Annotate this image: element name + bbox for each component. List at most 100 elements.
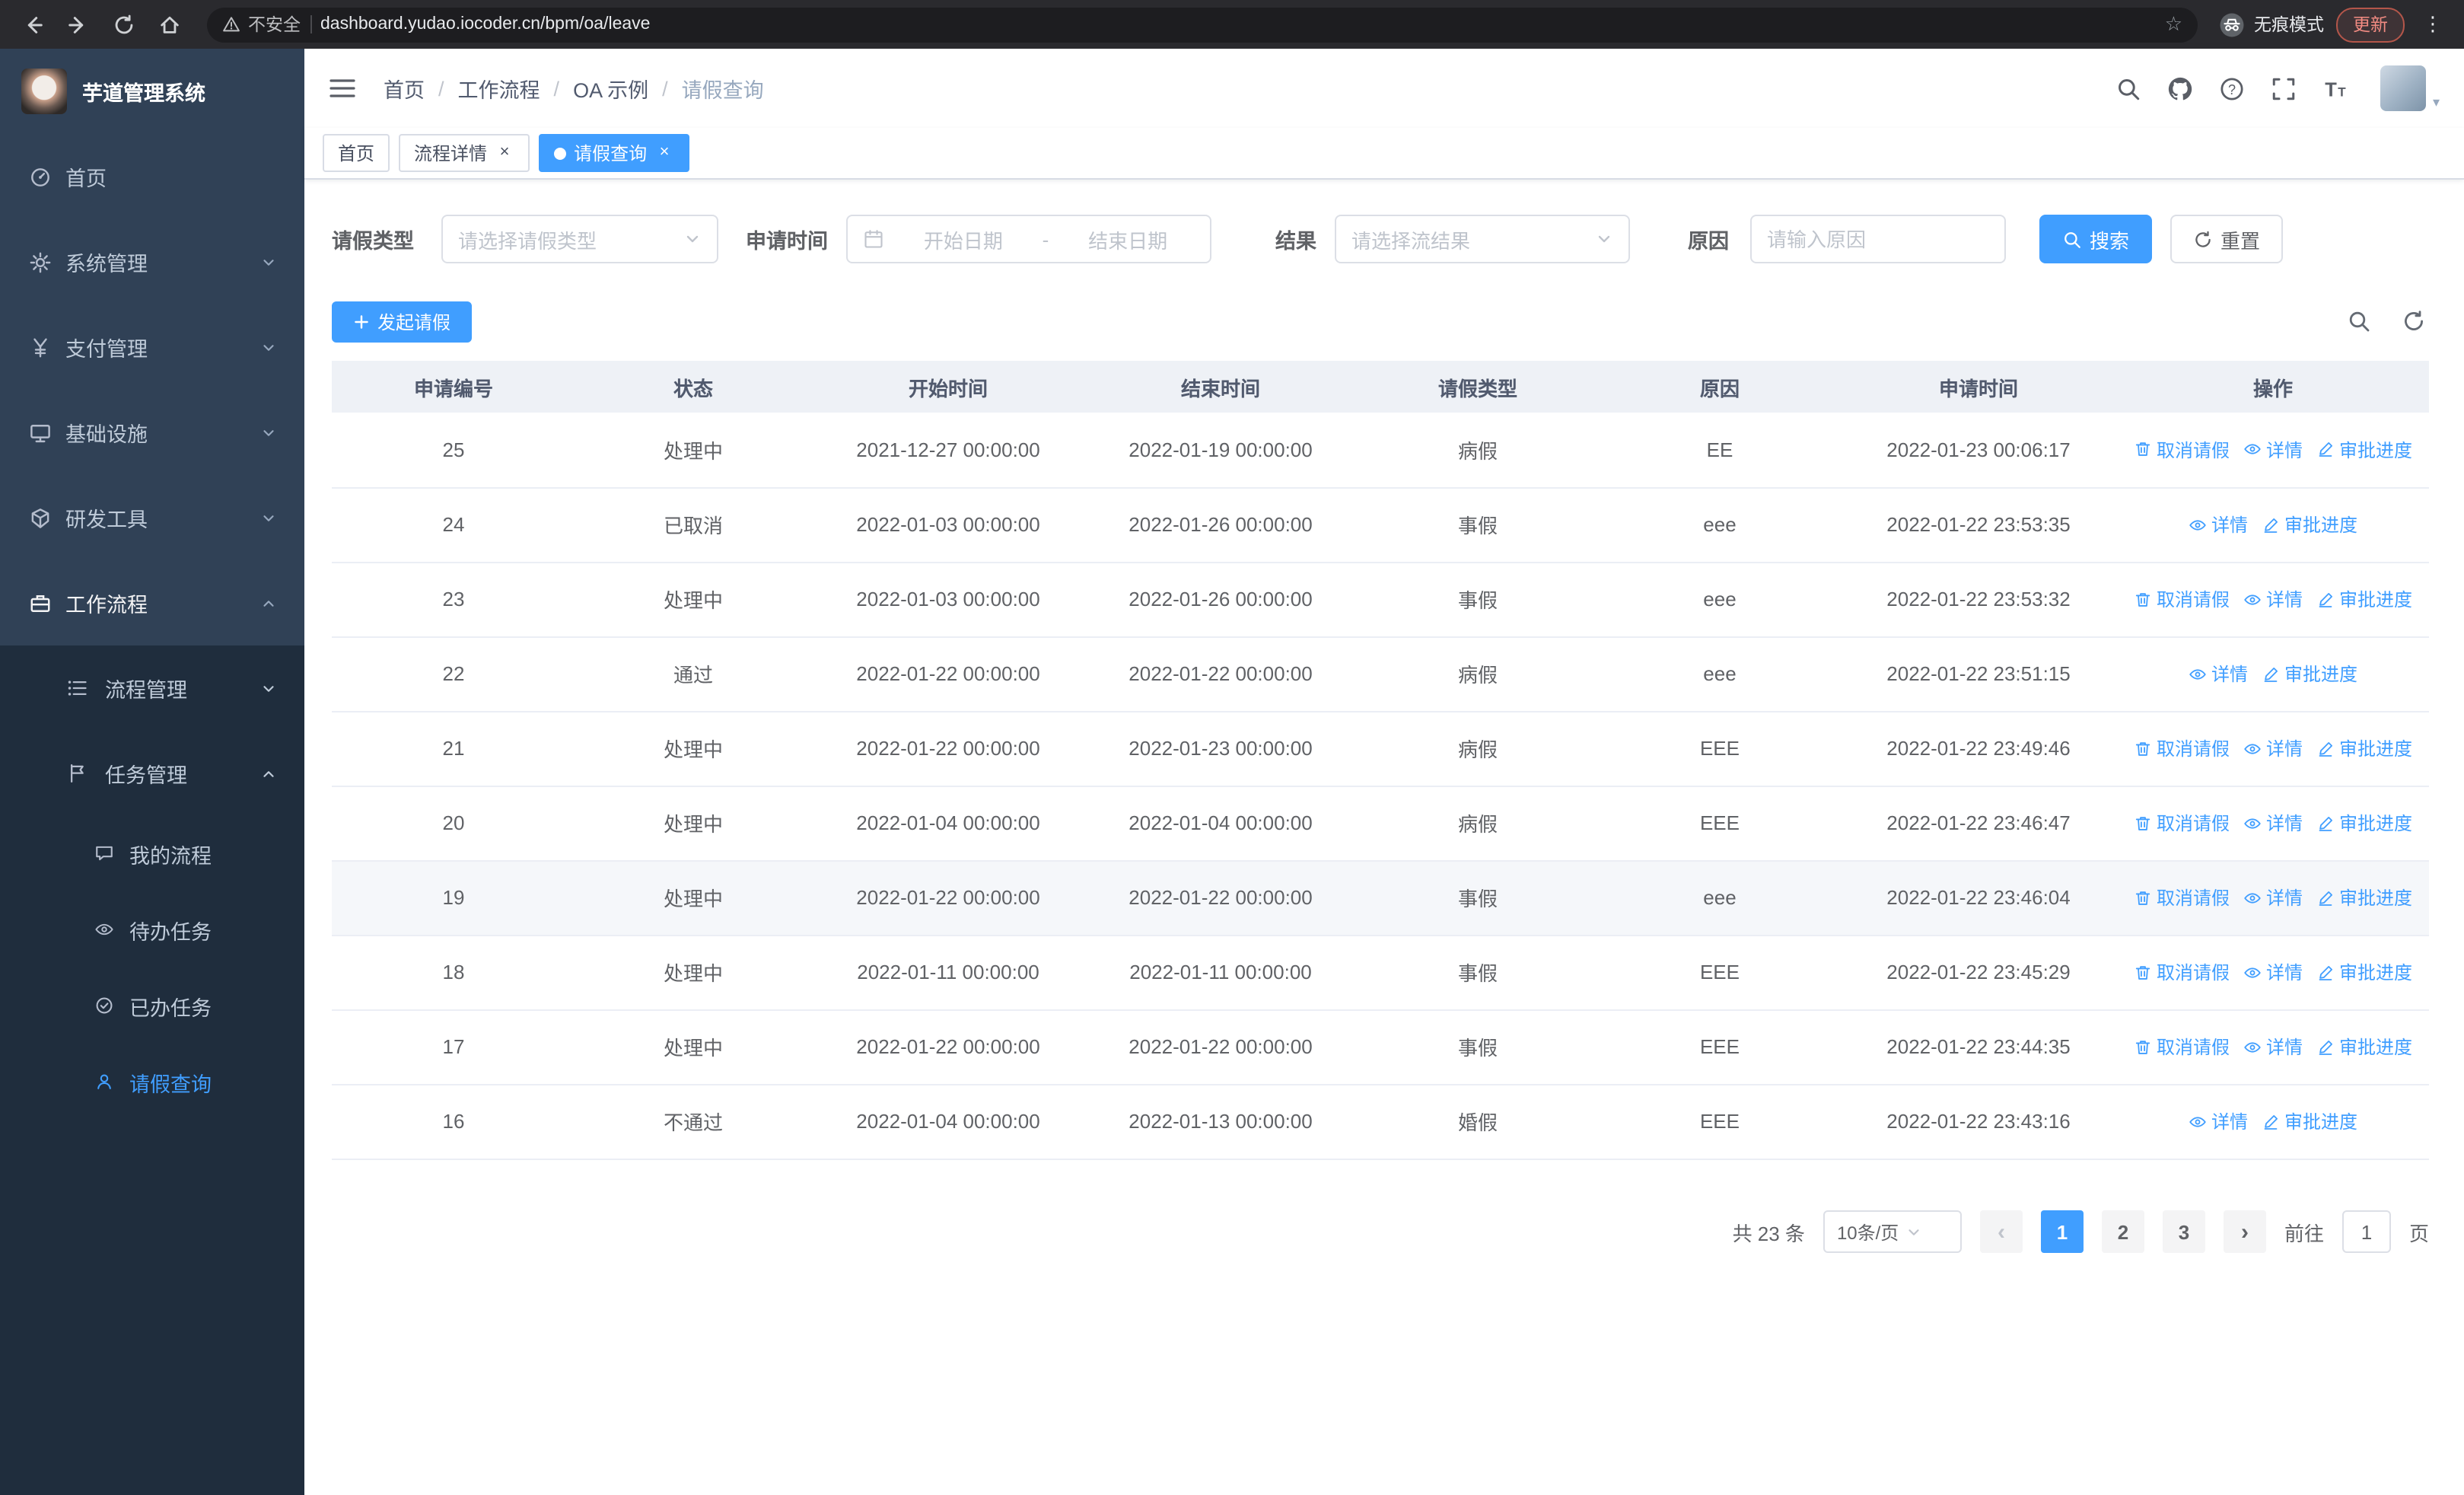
sidebar-collapse-icon[interactable] [329,76,356,100]
browser-back-button[interactable] [15,8,49,41]
pagination-total: 共 23 条 [1732,1222,1805,1245]
cancel-action-link[interactable]: 取消请假 [2134,959,2230,985]
sidebar-item-devtools[interactable]: 研发工具 [0,475,304,560]
leave-type-select[interactable]: 请选择请假类型 [441,215,718,263]
cancel-action-link[interactable]: 取消请假 [2134,437,2230,463]
sidebar-item-infrastructure[interactable]: 基础设施 [0,390,304,475]
apply-time-cell: 2022-01-22 23:46:04 [1840,860,2117,936]
page-size-select[interactable]: 10条/页 [1823,1210,1962,1253]
sidebar-item-done-tasks[interactable]: 已办任务 [0,968,304,1044]
reason-input[interactable] [1750,215,2006,263]
browser-forward-button[interactable] [61,8,94,41]
progress-action-link[interactable]: 审批进度 [2316,810,2412,836]
cancel-action-link[interactable]: 取消请假 [2134,586,2230,612]
cancel-action-link[interactable]: 取消请假 [2134,735,2230,761]
bookmark-star-icon[interactable]: ☆ [2156,12,2192,37]
fullscreen-icon[interactable] [2271,75,2297,101]
progress-action-link[interactable]: 审批进度 [2316,437,2412,463]
eye-icon [94,920,116,941]
progress-action-link[interactable]: 审批进度 [2316,586,2412,612]
detail-action-link[interactable]: 详情 [2189,512,2248,537]
breadcrumb-item[interactable]: OA 示例 [573,73,648,104]
font-size-icon[interactable] [2323,75,2349,101]
detail-action-link[interactable]: 详情 [2243,959,2303,985]
detail-action-link[interactable]: 详情 [2243,1034,2303,1060]
leave-type-cell: 病假 [1356,711,1600,786]
detail-action-link[interactable]: 详情 [2243,586,2303,612]
progress-action-link[interactable]: 审批进度 [2262,661,2357,687]
url-text[interactable]: dashboard.yudao.iocoder.cn/bpm/oa/leave [320,15,2147,33]
sidebar-item-todo-tasks[interactable]: 待办任务 [0,892,304,968]
tab-label: 流程详情 [414,143,488,164]
detail-action-link[interactable]: 详情 [2243,437,2303,463]
reset-button[interactable]: 重置 [2170,215,2284,263]
end-time-cell: 2022-01-22 00:00:00 [1085,860,1356,936]
url-bar[interactable]: 不安全 dashboard.yudao.iocoder.cn/bpm/oa/le… [207,7,2198,42]
progress-action-link[interactable]: 审批进度 [2316,885,2412,910]
sidebar-item-payment[interactable]: 支付管理 [0,304,304,390]
sidebar-item-my-process[interactable]: 我的流程 [0,816,304,892]
next-page-button[interactable]: › [2223,1210,2266,1253]
search-button-label: 搜索 [2090,229,2130,252]
eye-icon [2243,1038,2262,1056]
browser-reload-button[interactable] [107,8,140,41]
reason-cell: eee [1600,636,1840,712]
prev-page-button[interactable]: ‹ [1979,1210,2023,1253]
table-row: 17 处理中 2022-01-22 00:00:00 2022-01-22 00:00… [332,1009,2429,1085]
status-cell: 处理中 [575,711,811,786]
page-button-1[interactable]: 1 [2040,1210,2084,1253]
detail-action-link[interactable]: 详情 [2243,810,2303,836]
goto-page-input[interactable] [2341,1210,2391,1253]
tab-leave-query[interactable]: 请假查询 × [539,134,690,172]
user-menu[interactable]: ▾ [2380,65,2440,111]
page-button-3[interactable]: 3 [2162,1210,2205,1253]
search-button[interactable]: 搜索 [2039,215,2153,263]
site-security-chip[interactable]: 不安全 [222,12,301,37]
create-leave-button[interactable]: 发起请假 [332,301,473,342]
tab-home[interactable]: 首页 [323,134,390,172]
sidebar-item-workflow[interactable]: 工作流程 [0,560,304,645]
end-time-cell: 2022-01-22 00:00:00 [1085,636,1356,712]
cancel-action-link[interactable]: 取消请假 [2134,1034,2230,1060]
cancel-action-link[interactable]: 取消请假 [2134,810,2230,836]
browser-home-button[interactable] [152,8,186,41]
refresh-table-icon-button[interactable] [2402,309,2426,333]
close-icon[interactable]: × [495,143,514,163]
progress-action-link[interactable]: 审批进度 [2316,1034,2412,1060]
detail-action-link[interactable]: 详情 [2189,661,2248,687]
apply-time-range-picker[interactable]: 开始日期 - 结束日期 [846,215,1211,263]
sidebar-item-system[interactable]: 系统管理 [0,219,304,304]
detail-action-link[interactable]: 详情 [2243,885,2303,910]
progress-action-link[interactable]: 审批进度 [2316,959,2412,985]
end-time-cell: 2022-01-19 00:00:00 [1085,413,1356,488]
breadcrumb-item[interactable]: 工作流程 [458,73,540,104]
help-icon[interactable] [2220,75,2246,101]
status-cell: 不通过 [575,1084,811,1159]
breadcrumb-item[interactable]: 首页 [384,73,425,104]
result-select[interactable]: 请选择流结果 [1335,215,1630,263]
search-icon[interactable] [2116,75,2142,101]
progress-action-link[interactable]: 审批进度 [2262,512,2357,537]
browser-update-button[interactable]: 更新 [2336,7,2405,42]
close-icon[interactable]: × [654,143,674,163]
progress-action-link[interactable]: 审批进度 [2262,1108,2357,1134]
toggle-search-icon-button[interactable] [2347,309,2371,333]
cancel-action-link[interactable]: 取消请假 [2134,885,2230,910]
browser-menu-icon[interactable]: ⋮ [2417,12,2449,37]
sidebar-item-task-management[interactable]: 任务管理 [0,731,304,816]
github-icon[interactable] [2168,75,2194,101]
chevron-down-icon [1905,1223,1948,1240]
detail-action-link[interactable]: 详情 [2243,735,2303,761]
trash-icon [2134,1038,2152,1056]
avatar[interactable] [2380,65,2427,111]
sidebar-item-process-management[interactable]: 流程管理 [0,645,304,731]
tab-process-detail[interactable]: 流程详情 × [399,134,530,172]
header-actions: ▾ [2116,65,2440,111]
sidebar-item-leave-query[interactable]: 请假查询 [0,1044,304,1120]
progress-action-link[interactable]: 审批进度 [2316,735,2412,761]
page-button-2[interactable]: 2 [2101,1210,2144,1253]
column-header: 开始时间 [811,361,1085,413]
apply-time-cell: 2022-01-22 23:53:35 [1840,487,2117,563]
detail-action-link[interactable]: 详情 [2189,1108,2248,1134]
sidebar-item-home[interactable]: 首页 [0,134,304,219]
